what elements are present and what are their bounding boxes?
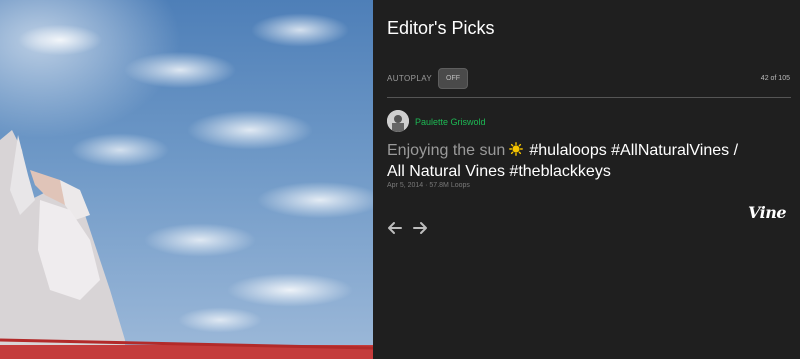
post-counter: 42 of 105 [760,75,790,82]
caption-channel-and-tag[interactable]: All Natural Vines #theblackkeys [387,163,611,180]
author-name[interactable]: Paulette Griswold [415,117,486,127]
author-row: Paulette Griswold [387,110,687,132]
divider [387,97,791,98]
caption-lead: Enjoying the sun [387,142,506,159]
panel-title: Editor's Picks [387,18,495,38]
autoplay-label: AUTOPLAY [387,74,433,83]
avatar-image [387,110,409,132]
vine-logo[interactable]: Vine [748,203,787,222]
video-player[interactable] [0,0,373,359]
caption-hashtags[interactable]: #hulaloops #AllNaturalVines / [529,142,738,159]
arrow-right-icon[interactable] [412,220,428,236]
autoplay-row: AUTOPLAY OFF 42 of 105 [387,68,790,90]
editors-picks-panel: Editor's Picks AUTOPLAY OFF 42 of 105 Pa… [373,0,800,359]
avatar[interactable] [387,110,409,132]
autoplay-toggle[interactable]: OFF [438,68,468,89]
arrow-left-icon[interactable] [387,220,403,236]
video-frame-person [0,130,373,359]
post-caption: Enjoying the sun #hulaloops #AllNaturalV… [387,140,787,182]
post-meta: Apr 5, 2014 · 57.8M Loops [387,182,470,189]
sun-emoji-icon [509,142,524,156]
navigation-arrows [387,220,429,236]
